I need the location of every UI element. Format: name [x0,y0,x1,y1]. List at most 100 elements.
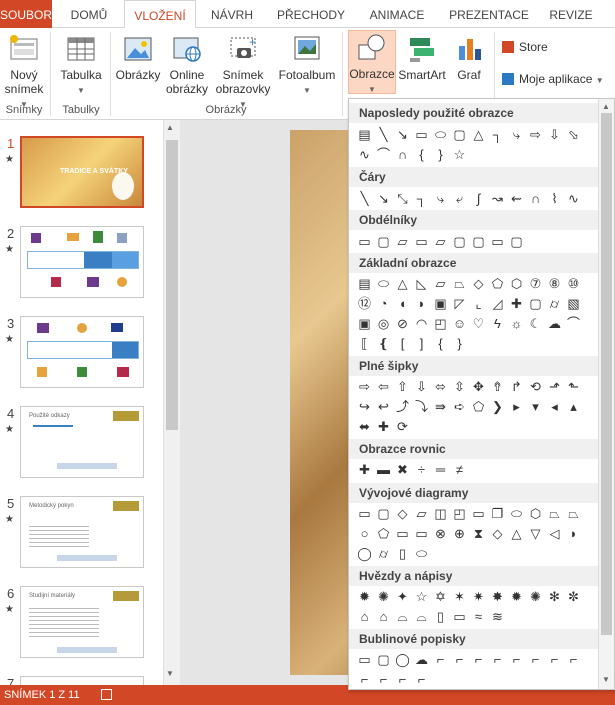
moon-icon[interactable]: ☾ [526,315,545,333]
manual-operation-icon[interactable]: ⏢ [564,505,583,523]
line-icon[interactable]: ╲ [374,126,393,144]
scroll-down-icon[interactable]: ▼ [602,675,610,684]
octagon-icon[interactable]: ⑧ [545,275,564,293]
triangle-icon[interactable]: △ [393,275,412,293]
lightning-bolt-icon[interactable]: ϟ [488,315,507,333]
plus-icon[interactable]: ✚ [355,461,374,479]
star-icon[interactable]: ☆ [450,146,469,164]
merge-icon[interactable]: ▽ [526,525,545,543]
arrow-line-icon[interactable]: ↘ [374,190,393,208]
right-arrow-icon[interactable]: ⇨ [355,378,374,396]
star-5-icon[interactable]: ☆ [412,588,431,606]
division-icon[interactable]: ÷ [412,461,431,479]
left-right-up-arrow-icon[interactable]: ⇮ [488,378,507,396]
smiley-face-icon[interactable]: ☺ [450,315,469,333]
scrollbar-thumb[interactable] [601,113,612,635]
down-arrow-icon[interactable]: ⇩ [412,378,431,396]
star-7-icon[interactable]: ✶ [450,588,469,606]
extract-icon[interactable]: △ [507,525,526,543]
dropdown-scrollbar[interactable]: ▲ ▼ [598,99,614,689]
predefined-process-icon[interactable]: ◫ [431,505,450,523]
internal-storage-icon[interactable]: ◰ [450,505,469,523]
tab-home[interactable]: DOMŮ [56,0,122,28]
summing-junction-icon[interactable]: ⊗ [431,525,450,543]
up-arrow-callout-icon[interactable]: ▴ [564,398,583,416]
arc-icon[interactable]: ⌒ [374,146,393,164]
new-slide-button[interactable]: Nový snímek ▼ [2,32,46,112]
right-brace-icon[interactable]: } [431,146,450,164]
line-callout-border-icon[interactable]: ⌐ [355,671,374,689]
star-8-icon[interactable]: ✷ [469,588,488,606]
punched-tape-icon[interactable]: ▭ [412,525,431,543]
star-6-icon[interactable]: ✡ [431,588,450,606]
up-down-arrow-icon[interactable]: ⇳ [450,378,469,396]
or-icon[interactable]: ⊕ [450,525,469,543]
collate-icon[interactable]: ⧗ [469,525,488,543]
slide-thumbnail[interactable]: TRADICE A SVÁTKY [20,136,144,208]
snip-round-rectangle-icon[interactable]: ▢ [450,233,469,251]
scroll-up-icon[interactable]: ▲ [166,123,174,132]
star-4-icon[interactable]: ✦ [393,588,412,606]
notched-right-arrow-icon[interactable]: ➪ [450,398,469,416]
right-bracket-icon[interactable]: ] [412,335,431,353]
screenshot-button[interactable]: + Snímek obrazovky ▼ [214,32,272,112]
sort-icon[interactable]: ◇ [488,525,507,543]
oval-callout-icon[interactable]: ◯ [393,651,412,669]
trapezoid-icon[interactable]: ⏢ [450,275,469,293]
line-callout-2-accent-icon[interactable]: ⌐ [526,651,545,669]
down-arrow-callout-icon[interactable]: ▾ [526,398,545,416]
left-bracket-icon[interactable]: [ [393,335,412,353]
curved-arrow-icon[interactable]: ↝ [488,190,507,208]
scroll-down-icon[interactable]: ▼ [166,669,174,678]
oval-icon[interactable]: ⬭ [374,275,393,293]
curved-left-arrow-icon[interactable]: ↩ [374,398,393,416]
arrow-line-icon[interactable]: ↘ [393,126,412,144]
online-pictures-button[interactable]: Online obrázky [164,32,210,96]
right-arrow-icon[interactable]: ⇨ [526,126,545,144]
decision-icon[interactable]: ◇ [393,505,412,523]
left-brace-icon[interactable]: { [412,146,431,164]
line-callout-border-4-icon[interactable]: ⌐ [412,671,431,689]
tab-review[interactable]: REVIZE [540,0,602,28]
star-32-icon[interactable]: ✼ [564,588,583,606]
slide-thumbnail[interactable] [20,226,144,298]
left-right-arrow-callout-icon[interactable]: ⬌ [355,418,374,436]
slide-thumbnail[interactable]: Studijní materiály [20,586,144,658]
line-callout-border-2-icon[interactable]: ⌐ [374,671,393,689]
right-triangle-icon[interactable]: ◺ [412,275,431,293]
card-icon[interactable]: ▭ [393,525,412,543]
freeform-icon[interactable]: ⌇ [545,190,564,208]
sequential-access-icon[interactable]: ◯ [355,545,374,563]
line-callout-3-icon[interactable]: ⌐ [469,651,488,669]
curve-icon[interactable]: ∩ [526,190,545,208]
delay-icon[interactable]: ◗ [564,525,583,543]
data-icon[interactable]: ▱ [412,505,431,523]
u-turn-arrow-icon[interactable]: ⟲ [526,378,545,396]
pictures-button[interactable]: Obrázky [114,32,162,82]
line-callout-border-3-icon[interactable]: ⌐ [393,671,412,689]
store-button[interactable]: Store [502,40,548,54]
tab-design[interactable]: NÁVRH [200,0,264,28]
vertical-scroll-icon[interactable]: ▯ [431,608,450,626]
connector-icon[interactable]: ○ [355,525,374,543]
cloud-callout-icon[interactable]: ☁ [412,651,431,669]
thumbnails-scrollbar[interactable]: ▲ ▼ [163,120,180,685]
line-icon[interactable]: ╲ [355,190,374,208]
line-callout-1-accent-icon[interactable]: ⌐ [507,651,526,669]
curved-down-arrow-icon[interactable]: ⤵ [412,398,431,416]
text-box-icon[interactable]: ▤ [355,275,374,293]
down-ribbon-icon[interactable]: ⌂ [374,608,393,626]
left-brace-icon[interactable]: { [431,335,450,353]
off-page-connector-icon[interactable]: ⬠ [374,525,393,543]
bent-arrow-icon[interactable]: ↱ [507,378,526,396]
rounded-rectangular-callout-icon[interactable]: ▢ [374,651,393,669]
curved-down-ribbon-icon[interactable]: ⌓ [412,608,431,626]
triangle-icon[interactable]: △ [469,126,488,144]
left-arrow-icon[interactable]: ⇦ [374,378,393,396]
rounded-rectangle-icon[interactable]: ▢ [374,233,393,251]
quad-arrow-callout-icon[interactable]: ✚ [374,418,393,436]
star-10-icon[interactable]: ✸ [488,588,507,606]
smartart-button[interactable]: SmartArt [398,32,446,82]
horizontal-scroll-icon[interactable]: ▭ [450,608,469,626]
wave-icon[interactable]: ≈ [469,608,488,626]
